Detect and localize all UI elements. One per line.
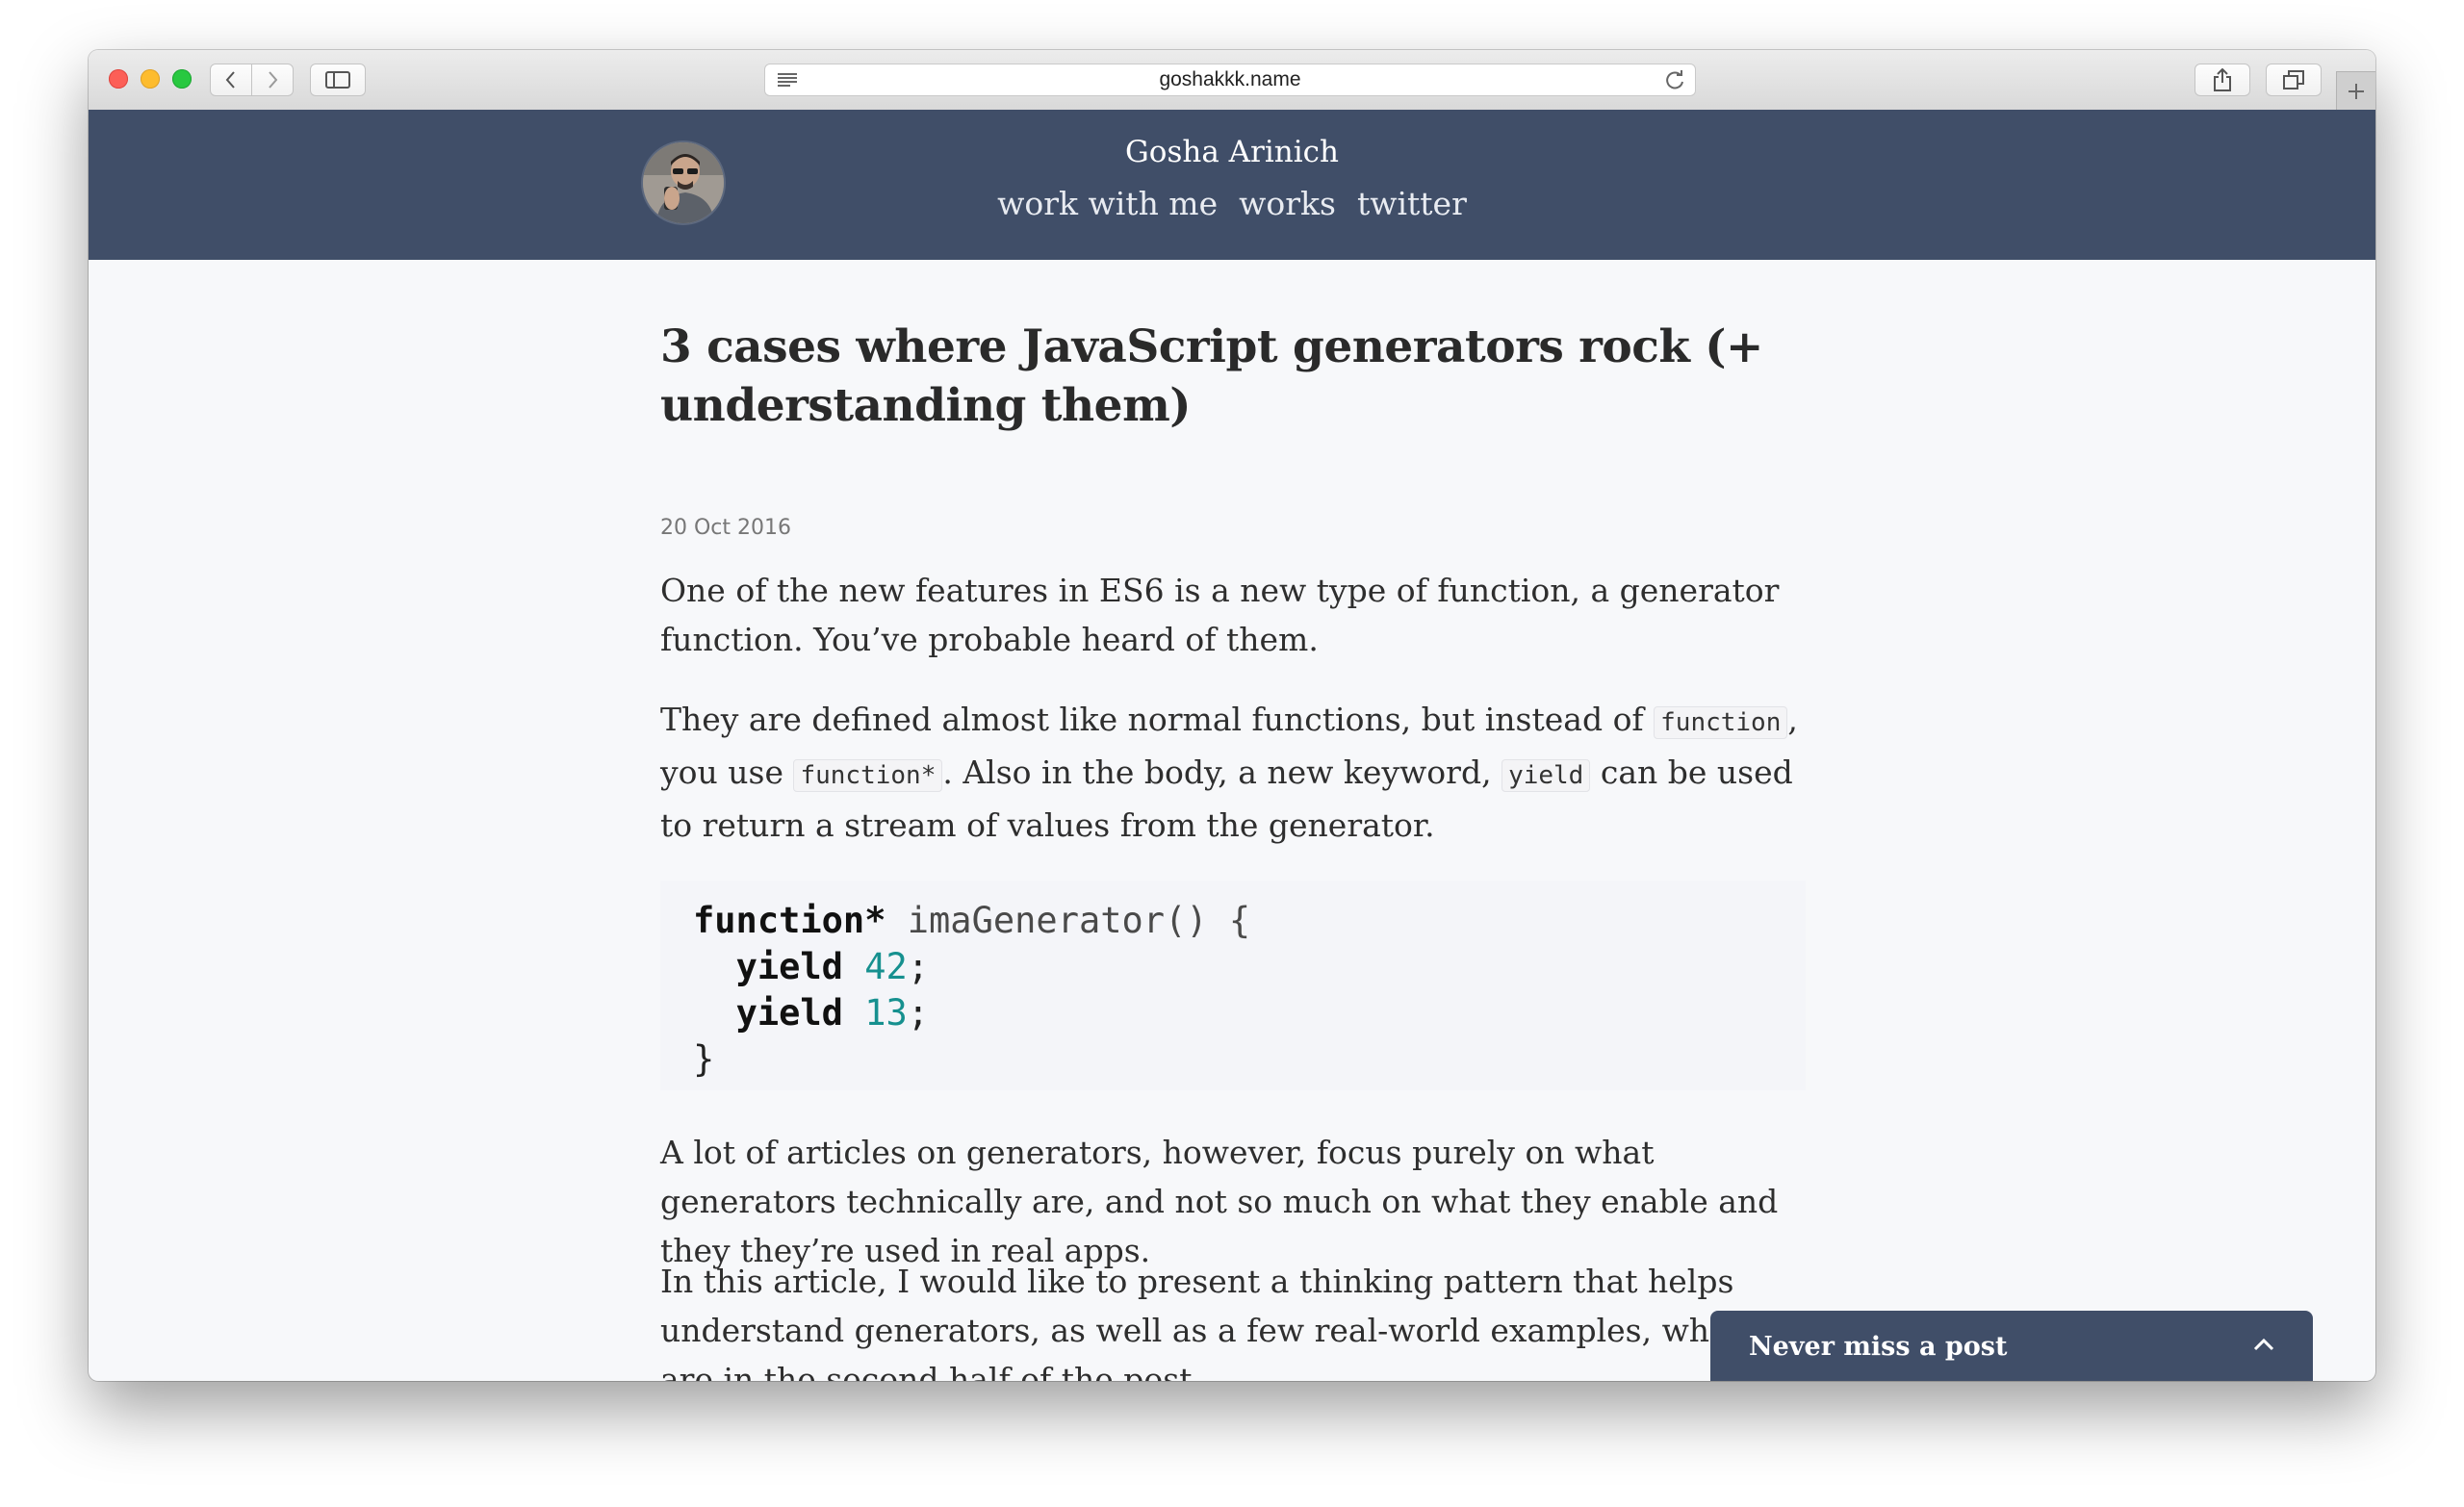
show-tabs-button[interactable] bbox=[2266, 64, 2322, 96]
browser-toolbar: goshakkk.name bbox=[89, 50, 2375, 111]
inline-code: function bbox=[1654, 706, 1788, 739]
article-paragraph: A lot of articles on generators, however… bbox=[660, 1134, 1779, 1269]
inline-code: yield bbox=[1502, 759, 1591, 792]
url-text: goshakkk.name bbox=[1159, 68, 1301, 90]
share-icon bbox=[2214, 68, 2231, 91]
site-nav: work with me works twitter bbox=[89, 185, 2375, 222]
minimize-window-button[interactable] bbox=[141, 69, 160, 89]
back-button[interactable] bbox=[210, 64, 252, 96]
article-date: 20 Oct 2016 bbox=[660, 516, 792, 540]
inline-code: function* bbox=[793, 759, 943, 792]
forward-button[interactable] bbox=[251, 64, 294, 96]
article-paragraph: They are defined almost like normal func… bbox=[660, 695, 1806, 850]
sidebar-icon bbox=[325, 71, 350, 89]
new-tab-button[interactable] bbox=[2336, 71, 2375, 111]
article-paragraph: In this article, I would like to present… bbox=[660, 1263, 1758, 1381]
chevron-up-icon bbox=[2253, 1338, 2274, 1351]
code-keyword: yield bbox=[735, 946, 843, 987]
sidebar-toggle-button[interactable] bbox=[310, 64, 366, 96]
site-header: Gosha Arinich work with me works twitter bbox=[89, 110, 2375, 260]
close-window-button[interactable] bbox=[109, 69, 128, 89]
code-block: function* imaGenerator() { yield 42; yie… bbox=[660, 881, 1806, 1090]
reload-icon[interactable] bbox=[1664, 70, 1685, 91]
code-text: imaGenerator() { bbox=[886, 900, 1251, 941]
newsletter-label: Never miss a post bbox=[1749, 1332, 2008, 1362]
zoom-window-button[interactable] bbox=[172, 69, 192, 89]
share-button[interactable] bbox=[2194, 64, 2250, 96]
nav-link-twitter[interactable]: twitter bbox=[1357, 185, 1467, 222]
paragraph-text: . Also in the body, a new keyword, bbox=[942, 754, 1502, 791]
chevron-left-icon bbox=[225, 71, 235, 89]
browser-window: goshakkk.name Gosha Arinich work with me… bbox=[89, 50, 2375, 1381]
plus-icon bbox=[2348, 84, 2364, 99]
paragraph-text: They are defined almost like normal func… bbox=[660, 701, 1655, 738]
code-number: 42 bbox=[864, 946, 908, 987]
article-title: 3 cases where JavaScript generators rock… bbox=[660, 320, 1763, 432]
code-keyword: function* bbox=[693, 900, 886, 941]
code-number: 13 bbox=[864, 992, 908, 1034]
nav-link-works[interactable]: works bbox=[1239, 185, 1336, 222]
code-keyword: yield bbox=[735, 992, 843, 1034]
code-text: } bbox=[693, 1038, 715, 1080]
tabs-overview-icon bbox=[2283, 70, 2304, 89]
address-bar[interactable]: goshakkk.name bbox=[764, 64, 1696, 96]
nav-link-work-with-me[interactable]: work with me bbox=[997, 185, 1218, 222]
newsletter-popup-toggle[interactable]: Never miss a post bbox=[1710, 1311, 2313, 1381]
site-name[interactable]: Gosha Arinich bbox=[89, 135, 2375, 169]
chevron-right-icon bbox=[269, 71, 278, 89]
article-paragraph: One of the new features in ES6 is a new … bbox=[660, 572, 1780, 658]
